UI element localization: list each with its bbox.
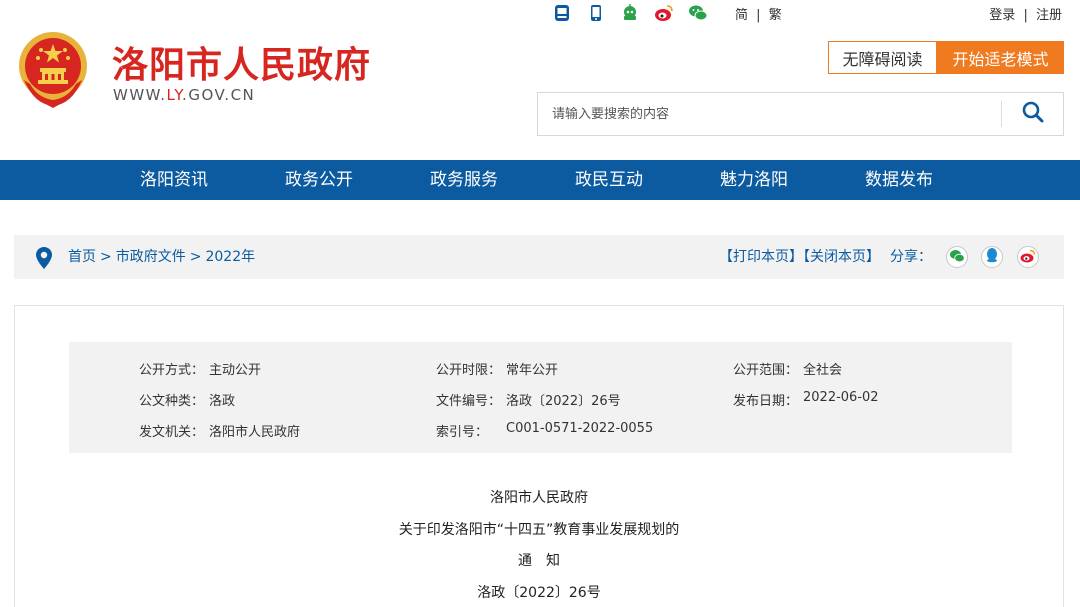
meta-publish-date: 发布日期： 2022-06-02 [733, 390, 879, 409]
wechat-icon[interactable] [688, 4, 708, 22]
top-icon-bar [552, 4, 708, 22]
breadcrumb-home[interactable]: 首页 [68, 249, 96, 265]
meta-disclosure-scope: 公开范围： 全社会 [733, 359, 842, 378]
page-actions: 【打印本页】【关闭本页】 [719, 235, 880, 279]
meta-index-number: 索引号： C001-0571-2022-0055 [436, 421, 653, 440]
print-page-link[interactable]: 【打印本页】 [719, 249, 803, 265]
nav-item-gov-affairs-open[interactable]: 政务公开 [285, 160, 353, 200]
share-qq-button[interactable] [981, 246, 1003, 268]
nav-item-gov-services[interactable]: 政务服务 [430, 160, 498, 200]
language-switch: 简 | 繁 [733, 4, 784, 23]
meta-value: 全社会 [803, 363, 843, 378]
url-prefix: WWW. [113, 86, 167, 104]
meta-label: 公开范围： [733, 363, 799, 378]
page: 洛阳市人民政府 WWW.LY.GOV.CN 简 | 繁 登录 | 注册 无障碍阅… [0, 0, 1080, 607]
meta-doc-number: 文件编号： 洛政〔2022〕26号 [436, 390, 621, 409]
document-number: 洛政〔2022〕26号 [477, 585, 601, 601]
document-issuer-line: 洛阳市人民政府 [490, 490, 588, 506]
meta-label: 文件编号： [436, 394, 502, 409]
qq-icon [985, 247, 999, 267]
register-link[interactable]: 注册 [1036, 8, 1062, 23]
nav-item-charm-luoyang[interactable]: 魅力洛阳 [720, 160, 788, 200]
meta-disclosure-method: 公开方式： 主动公开 [139, 359, 261, 378]
close-page-link[interactable]: 【关闭本页】 [803, 249, 880, 265]
auth-separator: | [1023, 8, 1028, 23]
document-title: 关于印发洛阳市“十四五”教育事业发展规划的 [398, 522, 680, 538]
site-url: WWW.LY.GOV.CN [113, 86, 255, 104]
breadcrumb-bar: 首页 > 市政府文件 >2022年 【打印本页】【关闭本页】 分享： [14, 235, 1064, 279]
meta-value: C001-0571-2022-0055 [506, 421, 654, 436]
mobile-icon[interactable] [586, 4, 606, 22]
elder-mode-button[interactable]: 开始适老模式 [937, 41, 1064, 74]
share-wechat-button[interactable] [946, 246, 968, 268]
accessible-reading-button[interactable]: 无障碍阅读 [828, 41, 937, 74]
nav-item-data-release[interactable]: 数据发布 [865, 160, 933, 200]
meta-value: 常年公开 [506, 363, 559, 378]
search-box [537, 92, 1064, 136]
url-suffix: .GOV.CN [182, 86, 256, 104]
national-emblem-logo[interactable] [14, 28, 92, 110]
search-icon [1021, 100, 1045, 128]
meta-label: 发文机关： [139, 425, 205, 440]
meta-label: 公开时限： [436, 363, 502, 378]
breadcrumb-sep: > [100, 249, 112, 265]
lang-traditional-link[interactable]: 繁 [769, 8, 782, 23]
meta-label: 发布日期： [733, 394, 799, 409]
meta-value: 洛政〔2022〕26号 [506, 394, 621, 409]
weibo-icon [1020, 248, 1036, 267]
nav-item-interaction[interactable]: 政民互动 [575, 160, 643, 200]
meta-value: 洛政 [209, 394, 236, 409]
meta-value: 主动公开 [209, 363, 262, 378]
robot-icon[interactable] [620, 4, 640, 22]
meta-value: 洛阳市人民政府 [209, 425, 301, 440]
article-panel: 公开方式： 主动公开 公开时限： 常年公开 公开范围： 全社会 公文种类： 洛政 文件编… [14, 305, 1064, 607]
breadcrumb-year[interactable]: 2022年 [205, 249, 255, 265]
document-meta-table: 公开方式： 主动公开 公开时限： 常年公开 公开范围： 全社会 公文种类： 洛政 文件编… [69, 342, 1012, 453]
main-nav: 洛阳资讯 政务公开 政务服务 政民互动 魅力洛阳 数据发布 [0, 160, 1080, 200]
auth-links: 登录 | 注册 [987, 4, 1064, 23]
wechat-icon [949, 248, 965, 267]
login-link[interactable]: 登录 [989, 8, 1015, 23]
meta-label: 公开方式： [139, 363, 205, 378]
breadcrumb: 首页 > 市政府文件 >2022年 [68, 235, 255, 279]
site-header: 洛阳市人民政府 WWW.LY.GOV.CN 简 | 繁 登录 | 注册 无障碍阅… [0, 0, 1080, 160]
breadcrumb-sep: > [189, 249, 202, 265]
search-button[interactable] [1002, 93, 1064, 135]
share-label: 分享： [890, 249, 932, 265]
lang-simplified-link[interactable]: 简 [735, 8, 748, 23]
location-pin-icon [36, 247, 52, 269]
meta-disclosure-period: 公开时限： 常年公开 [436, 359, 558, 378]
meta-issuer: 发文机关： 洛阳市人民政府 [139, 421, 300, 440]
url-ly: LY [166, 86, 183, 104]
site-name: 洛阳市人民政府 [112, 45, 372, 86]
meta-value: 2022-06-02 [803, 390, 879, 405]
weibo-icon[interactable] [654, 4, 674, 22]
meta-label: 公文种类： [139, 394, 205, 409]
breadcrumb-city-docs[interactable]: 市政府文件 [116, 249, 186, 265]
app-icon[interactable] [552, 4, 572, 22]
search-input[interactable] [538, 93, 1001, 135]
meta-label: 索引号： [436, 425, 489, 440]
meta-doc-type: 公文种类： 洛政 [139, 390, 235, 409]
share-weibo-button[interactable] [1017, 246, 1039, 268]
document-notice-heading: 通 知 [518, 553, 560, 569]
lang-separator: | [756, 8, 761, 23]
nav-item-news[interactable]: 洛阳资讯 [140, 160, 208, 200]
